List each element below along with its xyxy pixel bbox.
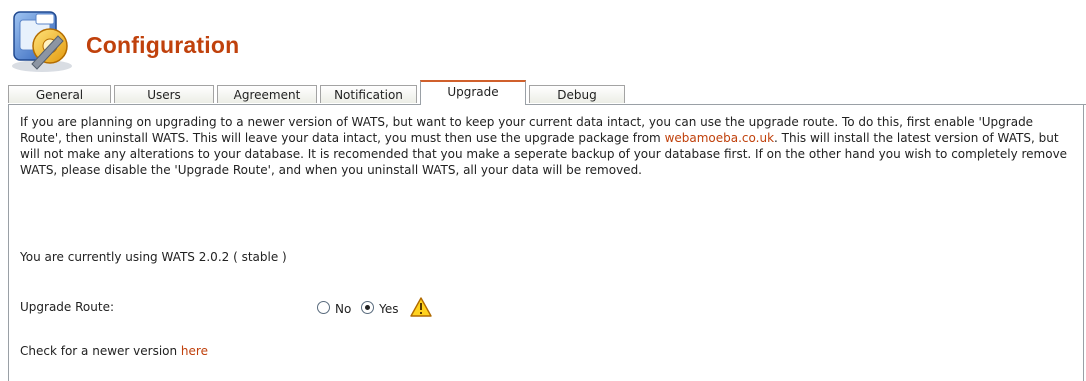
check-version-row: Check for a newer version here xyxy=(20,344,208,358)
configuration-icon xyxy=(12,11,72,72)
upgrade-description: If you are planning on upgrading to a ne… xyxy=(20,114,1072,178)
page-header: Configuration xyxy=(6,6,606,76)
upgrade-route-label: Upgrade Route: xyxy=(20,300,114,314)
tab-notification[interactable]: Notification xyxy=(320,85,417,103)
check-version-text: Check for a newer version xyxy=(20,344,181,358)
radio-yes[interactable] xyxy=(361,300,375,314)
check-version-link[interactable]: here xyxy=(181,344,208,358)
tab-upgrade[interactable]: Upgrade xyxy=(420,80,526,105)
webamoeba-link[interactable]: webamoeba.co.uk xyxy=(665,131,774,145)
radio-no[interactable] xyxy=(317,300,330,314)
tab-general[interactable]: General xyxy=(8,85,111,103)
upgrade-panel: If you are planning on upgrading to a ne… xyxy=(8,104,1084,381)
radio-no-label[interactable]: No xyxy=(335,302,351,316)
radio-yes-label[interactable]: Yes xyxy=(379,302,398,316)
tab-agreement[interactable]: Agreement xyxy=(217,85,317,103)
upgrade-route-options: No Yes xyxy=(317,297,433,317)
warning-icon xyxy=(410,297,433,317)
page-title: Configuration xyxy=(86,32,240,58)
upgrade-route-row: Upgrade Route: No Yes xyxy=(20,297,620,319)
tab-debug[interactable]: Debug xyxy=(529,85,625,103)
tab-users[interactable]: Users xyxy=(114,85,214,103)
tab-bar: General Users Agreement Notification Upg… xyxy=(8,80,1086,105)
version-info: You are currently using WATS 2.0.2 ( sta… xyxy=(20,250,287,264)
